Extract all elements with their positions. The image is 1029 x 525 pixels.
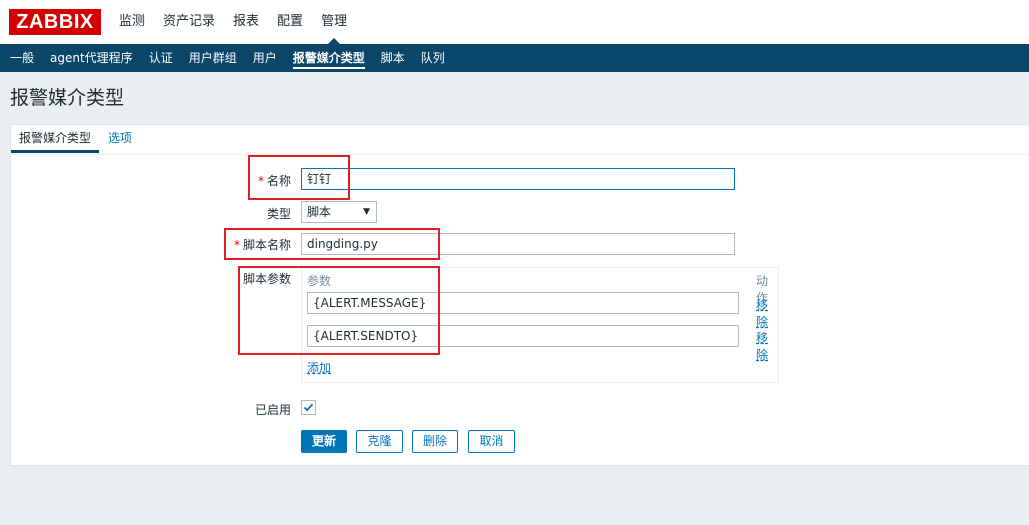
sub-menu-scripts[interactable]: 脚本 [373, 44, 413, 72]
enabled-label: 已启用 [254, 403, 291, 417]
check-icon [303, 403, 314, 412]
sub-menu-users[interactable]: 用户 [245, 44, 285, 72]
top-bar: ZABBIX 监测 资产记录 报表 配置 管理 [0, 0, 1029, 44]
script-params-label: 脚本参数 [242, 272, 291, 286]
dropdown-arrow-icon: ▼ [363, 207, 370, 217]
form-tabs: 报警媒介类型 选项 [11, 125, 1029, 155]
remove-param-link[interactable]: 移除 [756, 296, 778, 330]
sub-menu-general[interactable]: 一般 [0, 44, 42, 72]
update-button[interactable]: 更新 [301, 430, 347, 453]
sub-menu-queue[interactable]: 队列 [413, 44, 453, 72]
type-select[interactable]: 脚本 ▼ [301, 201, 377, 223]
main-menu-administration[interactable]: 管理 [312, 0, 356, 44]
param-input[interactable]: {ALERT.SENDTO} [307, 325, 739, 347]
sub-menu-user-groups[interactable]: 用户群组 [181, 44, 245, 72]
enabled-checkbox[interactable] [301, 400, 316, 415]
remove-param-link[interactable]: 移除 [756, 329, 778, 363]
script-params-table: 参数 动作 {ALERT.MESSAGE} 移除 {ALERT.SENDTO} … [301, 267, 779, 383]
type-label: 类型 [266, 207, 291, 221]
sub-menu-authentication[interactable]: 认证 [141, 44, 181, 72]
type-select-value: 脚本 [307, 205, 332, 219]
sub-menu-media-types[interactable]: 报警媒介类型 [285, 44, 373, 72]
sub-menu-proxies[interactable]: agent代理程序 [42, 44, 141, 72]
main-menu-inventory[interactable]: 资产记录 [154, 0, 224, 44]
script-name-input[interactable]: dingding.py [301, 233, 735, 255]
delete-button[interactable]: 删除 [412, 430, 458, 453]
cancel-button[interactable]: 取消 [468, 430, 515, 453]
main-menu-monitoring[interactable]: 监测 [110, 0, 154, 44]
param-input[interactable]: {ALERT.MESSAGE} [307, 292, 739, 314]
name-input[interactable]: 钉钉 [301, 168, 735, 190]
params-column-header: 参数 [307, 274, 332, 288]
add-param-link[interactable]: 添加 [307, 359, 331, 376]
main-menu: 监测 资产记录 报表 配置 管理 [110, 0, 356, 44]
main-menu-configuration[interactable]: 配置 [268, 0, 312, 44]
zabbix-logo[interactable]: ZABBIX [9, 9, 101, 35]
main-menu-reports[interactable]: 报表 [224, 0, 268, 44]
required-mark: * [257, 174, 264, 188]
form-panel: 报警媒介类型 选项 * 名称 钉钉 类型 脚本 ▼ * 脚本名称 dingding.… [10, 124, 1029, 466]
sub-menu: 一般 agent代理程序 认证 用户群组 用户 报警媒介类型 脚本 队列 [0, 44, 1029, 72]
script-name-label: * 脚本名称 [233, 238, 291, 252]
name-label: * 名称 [257, 174, 291, 188]
required-mark: * [233, 238, 240, 252]
clone-button[interactable]: 克隆 [356, 430, 403, 453]
tab-media-type[interactable]: 报警媒介类型 [11, 125, 99, 153]
tab-options[interactable]: 选项 [108, 125, 132, 153]
page-title: 报警媒介类型 [10, 87, 125, 109]
